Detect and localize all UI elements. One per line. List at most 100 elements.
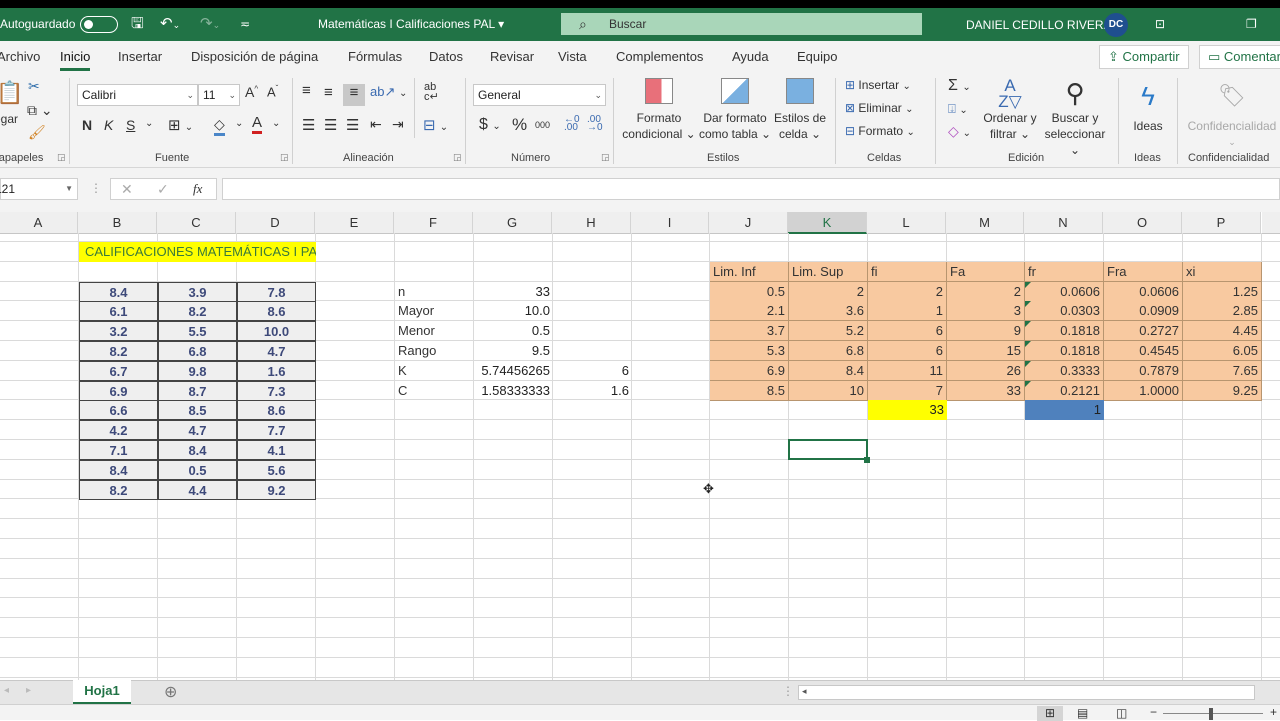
comment-button[interactable]: ▭ Comentar xyxy=(1199,45,1280,69)
grade-cell[interactable]: 6.9 xyxy=(79,381,158,401)
freq-table-cell[interactable]: 5.2 xyxy=(789,321,868,341)
align-left-icon[interactable]: ☰ xyxy=(302,116,315,134)
increase-indent-icon[interactable]: ⇥ xyxy=(392,116,404,133)
grade-cell[interactable]: 9.8 xyxy=(158,361,237,381)
column-header-c[interactable]: C xyxy=(157,212,236,234)
underline-button[interactable]: S xyxy=(126,117,135,133)
grade-cell[interactable]: 8.7 xyxy=(158,381,237,401)
add-sheet-icon[interactable]: ⊕ xyxy=(164,682,177,702)
stat-rounded-value[interactable]: 1.6 xyxy=(553,381,632,401)
grade-cell[interactable]: 9.2 xyxy=(237,480,316,500)
freq-table-header[interactable]: Fra xyxy=(1104,262,1183,282)
ribbon-display-icon[interactable]: ⊡ xyxy=(1155,16,1165,32)
freq-table-cell[interactable]: 6.05 xyxy=(1183,341,1262,361)
customize-toolbar-icon[interactable]: ≂ xyxy=(240,16,250,32)
grade-cell[interactable]: 6.1 xyxy=(79,301,158,321)
tab-complementos[interactable]: Complementos xyxy=(616,49,703,64)
freq-table-cell[interactable]: 9 xyxy=(947,321,1025,341)
grade-cell[interactable]: 8.2 xyxy=(158,301,237,321)
freq-table-cell[interactable]: 8.5 xyxy=(710,381,789,401)
grade-cell[interactable]: 4.7 xyxy=(237,341,316,361)
page-layout-view-icon[interactable]: ▤ xyxy=(1077,706,1088,720)
freq-table-cell[interactable]: 2.1 xyxy=(710,301,789,321)
fill-handle[interactable] xyxy=(864,457,870,463)
font-color-dropdown[interactable]: ⌄ xyxy=(272,118,280,129)
clear-icon[interactable]: ◇ ⌄ xyxy=(948,123,971,140)
tab-insertar[interactable]: Insertar xyxy=(118,49,162,64)
freq-table-cell[interactable]: 0.3333 xyxy=(1025,361,1104,381)
freq-table-cell[interactable]: 7.65 xyxy=(1183,361,1262,381)
grade-cell[interactable]: 4.4 xyxy=(158,480,237,500)
underline-dropdown[interactable]: ⌄ xyxy=(145,118,153,129)
dialog-launcher-icon[interactable]: ◲ xyxy=(601,152,610,163)
stat-label[interactable]: Menor xyxy=(395,321,474,341)
grade-cell[interactable]: 3.9 xyxy=(158,282,237,302)
freq-table-cell[interactable]: 1.25 xyxy=(1183,282,1262,302)
stat-label[interactable]: C xyxy=(395,381,474,401)
freq-table-cell[interactable]: 0.2727 xyxy=(1104,321,1183,341)
column-header-l[interactable]: L xyxy=(867,212,946,234)
column-header-g[interactable]: G xyxy=(473,212,552,234)
freq-table-cell[interactable]: 6.9 xyxy=(710,361,789,381)
percent-button[interactable]: % xyxy=(512,115,527,135)
freq-table-cell[interactable]: 4.45 xyxy=(1183,321,1262,341)
freq-table-cell[interactable]: 1.0000 xyxy=(1104,381,1183,401)
align-center-icon[interactable]: ☰ xyxy=(324,116,337,134)
freq-table-cell[interactable]: 0.1818 xyxy=(1025,321,1104,341)
redo-icon[interactable]: ↷⌄ xyxy=(200,16,220,33)
stat-value[interactable]: 9.5 xyxy=(474,341,553,361)
share-button[interactable]: ⇪ Compartir xyxy=(1099,45,1189,69)
scrollbar-grip[interactable]: ⋮ xyxy=(782,684,794,698)
number-format-combo[interactable]: General ⌄ xyxy=(473,84,606,106)
ideas-button[interactable]: ϟ Ideas xyxy=(1126,78,1170,134)
grade-cell[interactable]: 7.3 xyxy=(237,381,316,401)
freq-table-cell[interactable]: 0.0606 xyxy=(1104,282,1183,302)
stat-rounded-value[interactable]: 6 xyxy=(553,361,632,381)
thousands-button[interactable]: 000 xyxy=(535,120,550,130)
freq-table-cell[interactable]: 0.2121 xyxy=(1025,381,1104,401)
stat-label[interactable]: n xyxy=(395,282,474,302)
bold-button[interactable]: N xyxy=(82,117,92,133)
sheet-tab-hoja1[interactable]: Hoja1 xyxy=(73,680,131,704)
freq-table-cell[interactable]: 0.7879 xyxy=(1104,361,1183,381)
find-select-button[interactable]: ⚲ Buscar y seleccionar ⌄ xyxy=(1040,78,1110,158)
column-header-e[interactable]: E xyxy=(315,212,394,234)
undo-icon[interactable]: ↶⌄ xyxy=(160,16,180,33)
freq-table-cell[interactable]: 6 xyxy=(868,321,947,341)
merge-center-icon[interactable]: ⊟ ⌄ xyxy=(423,116,448,134)
grade-cell[interactable]: 8.2 xyxy=(79,341,158,361)
grade-cell[interactable]: 7.8 xyxy=(237,282,316,302)
column-header-d[interactable]: D xyxy=(236,212,315,234)
save-icon[interactable]: 🖫 xyxy=(131,16,144,32)
font-color-icon[interactable]: A xyxy=(252,114,263,134)
sensitivity-button[interactable]: 🏷 Confidencialidad ⌄ xyxy=(1184,78,1280,150)
zoom-out-icon[interactable]: − xyxy=(1150,705,1157,719)
wrap-text-icon[interactable]: ab c↵ xyxy=(424,82,439,103)
stat-value[interactable]: 33 xyxy=(474,282,553,302)
freq-table-header[interactable]: Lim. Inf xyxy=(710,262,789,282)
user-name[interactable]: DANIEL CEDILLO RIVERA xyxy=(966,18,1112,32)
align-top-icon[interactable]: ≡ xyxy=(302,82,311,99)
stat-value[interactable]: 1.58333333 xyxy=(474,381,553,401)
tab-disposicion[interactable]: Disposición de página xyxy=(191,49,318,64)
stat-label[interactable]: Rango xyxy=(395,341,474,361)
freq-table-cell[interactable]: 2 xyxy=(947,282,1025,302)
freq-table-cell[interactable]: 6.8 xyxy=(789,341,868,361)
grade-cell[interactable]: 8.6 xyxy=(237,301,316,321)
scroll-left-icon[interactable]: ◂ xyxy=(802,686,807,697)
column-header-b[interactable]: B xyxy=(78,212,157,234)
freq-table-header[interactable]: fr xyxy=(1025,262,1104,282)
autosum-icon[interactable]: Σ ⌄ xyxy=(948,77,971,95)
formula-input[interactable] xyxy=(222,178,1280,200)
freq-table-cell[interactable]: 0.4545 xyxy=(1104,341,1183,361)
column-header-m[interactable]: M xyxy=(946,212,1024,234)
freq-table-cell[interactable]: 8.4 xyxy=(789,361,868,381)
column-header-k[interactable]: K xyxy=(788,212,867,234)
conditional-format-button[interactable]: Formato condicional ⌄ xyxy=(620,78,698,142)
freq-table-cell[interactable]: 2 xyxy=(789,282,868,302)
cut-icon[interactable]: ✂ xyxy=(28,78,40,95)
prev-sheet-icon[interactable]: ◂ xyxy=(4,685,9,696)
grade-cell[interactable]: 7.1 xyxy=(79,440,158,460)
insert-cells-button[interactable]: ⊞ Insertar ⌄ xyxy=(845,78,911,92)
tab-equipo[interactable]: Equipo xyxy=(797,49,837,64)
